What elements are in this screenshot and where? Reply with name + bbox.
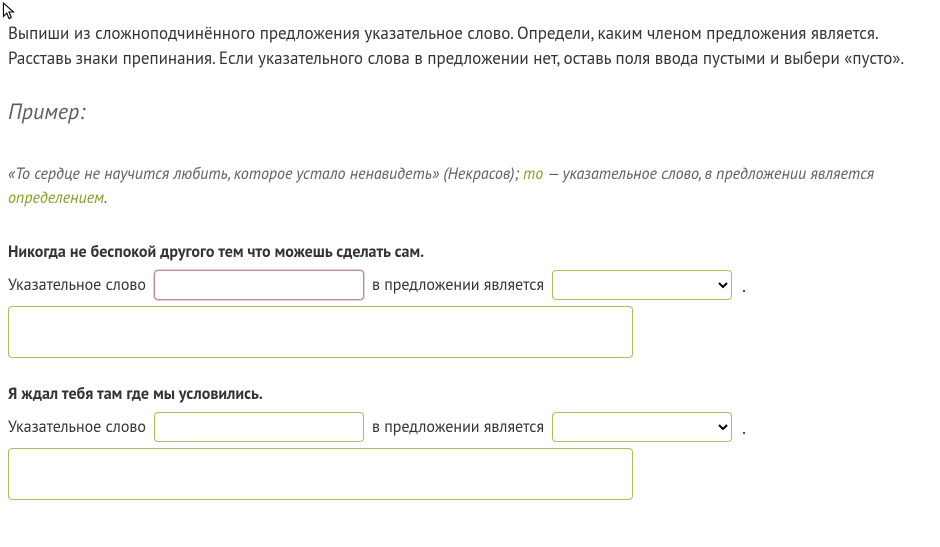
task-1-label-in-sentence: в предложении является (372, 275, 544, 295)
example-mid: — указательное слово, в предложении явля… (543, 164, 874, 184)
task-2-period: . (742, 416, 746, 439)
task-2: Я ждал тебя там где мы условились. Указа… (8, 384, 932, 500)
example-heading: Пример: (8, 98, 932, 126)
task-2-textarea[interactable] (8, 448, 633, 500)
task-2-sentence: Я ждал тебя там где мы условились. (8, 384, 932, 404)
example-quote: «То сердце не научится любить, которое у… (8, 164, 523, 184)
example-text: «То сердце не научится любить, которое у… (8, 162, 932, 210)
task-2-label-demonstrative: Указательное слово (8, 417, 146, 437)
task-1-label-demonstrative: Указательное слово (8, 275, 146, 295)
task-2-role-select[interactable] (552, 412, 732, 442)
task-1-period: . (742, 274, 746, 297)
task-2-label-in-sentence: в предложении является (372, 417, 544, 437)
task-1-word-input[interactable] (154, 270, 364, 300)
instructions-text: Выпиши из сложноподчинённого предложения… (8, 21, 932, 70)
task-1-role-select[interactable] (552, 270, 732, 300)
example-role: определением (8, 188, 104, 208)
task-1: Никогда не беспокой другого тем что може… (8, 242, 932, 358)
task-1-sentence: Никогда не беспокой другого тем что може… (8, 242, 932, 262)
example-tail: . (104, 188, 107, 208)
task-2-word-input[interactable] (154, 412, 364, 442)
task-1-textarea[interactable] (8, 306, 633, 358)
example-word: то (523, 164, 543, 184)
